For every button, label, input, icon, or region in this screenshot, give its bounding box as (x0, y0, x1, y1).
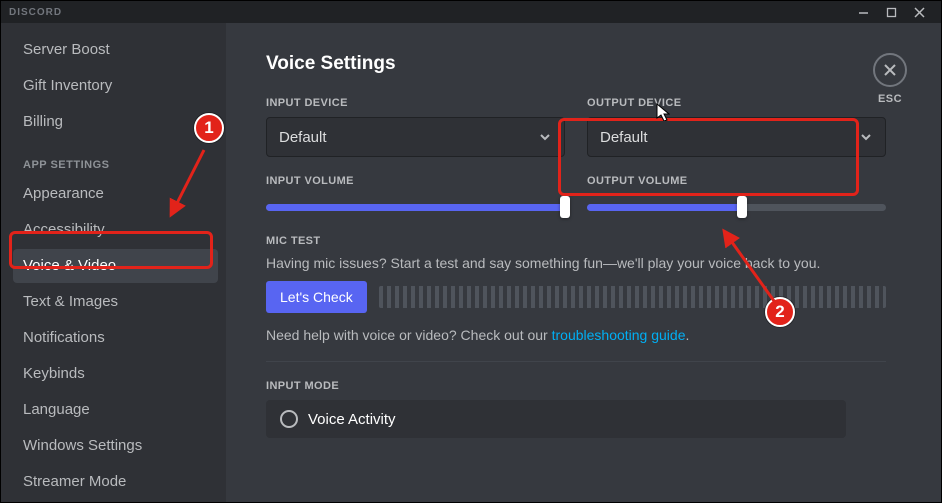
output-volume-label: OUTPUT VOLUME (587, 175, 886, 187)
window-close-button[interactable] (905, 1, 933, 23)
settings-sidebar: Server BoostGift InventoryBilling APP SE… (1, 23, 226, 502)
sidebar-item-appearance[interactable]: Appearance (13, 177, 218, 211)
sidebar-item-server-boost[interactable]: Server Boost (13, 33, 218, 67)
voice-settings-panel: Voice Settings INPUT DEVICE Default OUTP… (226, 23, 926, 438)
sidebar-item-advanced[interactable]: Advanced (13, 501, 218, 502)
mic-level-meter (379, 286, 886, 308)
window-titlebar: DISCORD (1, 1, 941, 23)
output-device-label: OUTPUT DEVICE (587, 97, 886, 109)
divider (266, 361, 886, 362)
window-minimize-button[interactable] (849, 1, 877, 23)
output-device-value: Default (600, 129, 648, 146)
input-device-select[interactable]: Default (266, 117, 565, 157)
mic-test-label: MIC TEST (266, 235, 886, 247)
input-device-label: INPUT DEVICE (266, 97, 565, 109)
radio-icon (280, 410, 298, 428)
sidebar-item-gift-inventory[interactable]: Gift Inventory (13, 69, 218, 103)
output-device-select[interactable]: Default (587, 117, 886, 157)
sidebar-item-accessibility[interactable]: Accessibility (13, 213, 218, 247)
close-settings-button[interactable] (873, 53, 907, 87)
input-volume-slider[interactable] (266, 197, 565, 217)
maximize-icon (886, 7, 897, 18)
sidebar-item-language[interactable]: Language (13, 393, 218, 427)
sidebar-item-voice-video[interactable]: Voice & Video (13, 249, 218, 283)
output-volume-slider[interactable] (587, 197, 886, 217)
page-title: Voice Settings (266, 53, 886, 75)
close-icon (883, 63, 897, 77)
close-icon (914, 7, 925, 18)
sidebar-section-header: APP SETTINGS (13, 141, 218, 177)
help-text: Need help with voice or video? Check out… (266, 327, 886, 343)
sidebar-item-billing[interactable]: Billing (13, 105, 218, 139)
sidebar-item-streamer-mode[interactable]: Streamer Mode (13, 465, 218, 499)
chevron-down-icon (538, 130, 552, 144)
lets-check-button[interactable]: Let's Check (266, 281, 367, 313)
sidebar-item-text-images[interactable]: Text & Images (13, 285, 218, 319)
chevron-down-icon (859, 130, 873, 144)
window-maximize-button[interactable] (877, 1, 905, 23)
mic-test-description: Having mic issues? Start a test and say … (266, 255, 886, 271)
input-mode-option-label: Voice Activity (308, 411, 396, 428)
esc-label: ESC (878, 93, 902, 105)
brand-wordmark: DISCORD (9, 7, 62, 18)
input-volume-label: INPUT VOLUME (266, 175, 565, 187)
input-mode-voice-activity[interactable]: Voice Activity (266, 400, 846, 438)
troubleshooting-link[interactable]: troubleshooting guide (552, 327, 686, 343)
input-mode-label: INPUT MODE (266, 380, 886, 392)
minimize-icon (858, 7, 869, 18)
sidebar-item-keybinds[interactable]: Keybinds (13, 357, 218, 391)
sidebar-item-windows-settings[interactable]: Windows Settings (13, 429, 218, 463)
sidebar-item-notifications[interactable]: Notifications (13, 321, 218, 355)
input-device-value: Default (279, 129, 327, 146)
